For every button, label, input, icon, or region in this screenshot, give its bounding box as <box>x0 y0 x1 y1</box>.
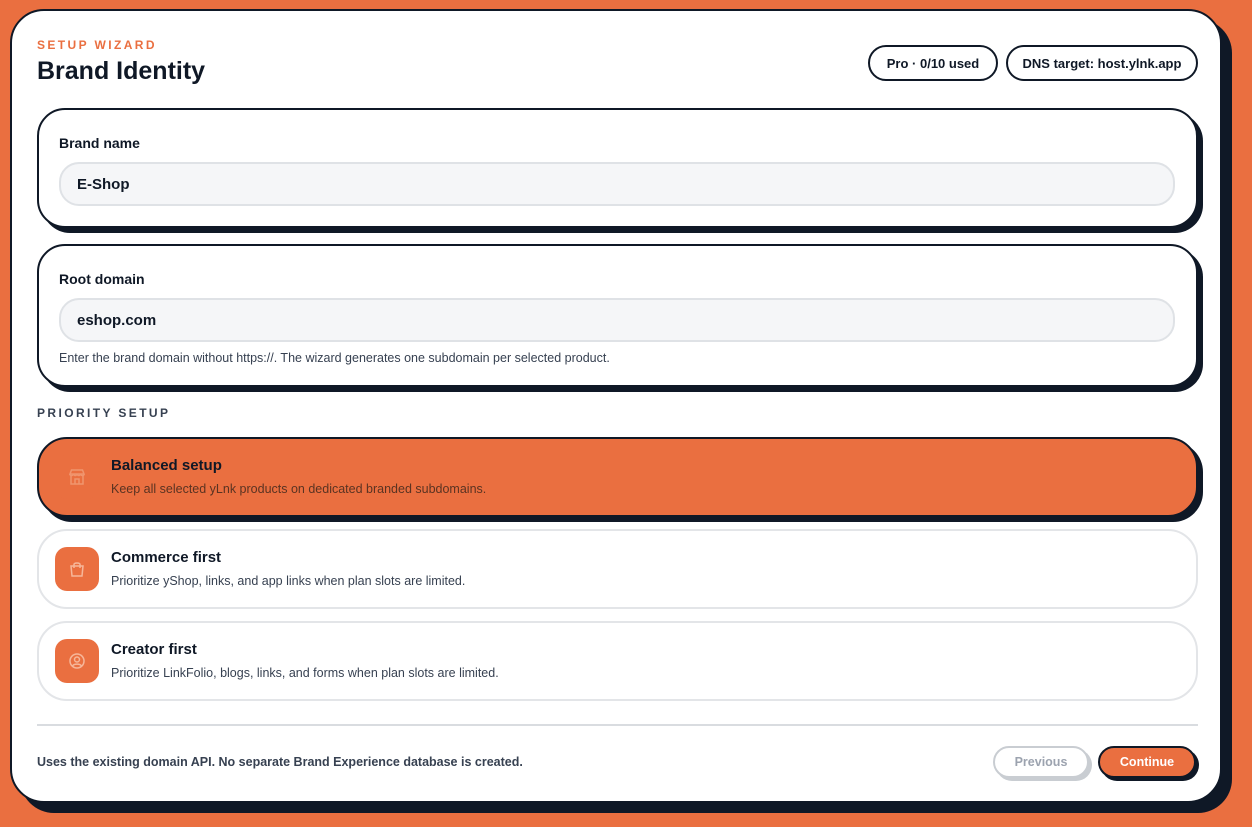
option-description: Prioritize yShop, links, and app links w… <box>111 574 466 588</box>
option-description: Keep all selected yLnk products on dedic… <box>111 482 487 496</box>
option-title: Creator first <box>111 641 197 658</box>
priority-option-creator[interactable]: Creator first Prioritize LinkFolio, blog… <box>37 621 1198 701</box>
user-circle-icon <box>55 639 99 683</box>
footer-divider <box>37 724 1198 726</box>
continue-button[interactable]: Continue <box>1098 746 1196 778</box>
wizard-panel: SETUP WIZARD Brand Identity Pro · 0/10 u… <box>10 9 1222 803</box>
wizard-eyebrow: SETUP WIZARD <box>37 38 157 52</box>
root-domain-label: Root domain <box>59 271 145 287</box>
plan-usage-badge: Pro · 0/10 used <box>868 45 998 81</box>
storefront-icon <box>55 455 99 499</box>
priority-option-balanced[interactable]: Balanced setup Keep all selected yLnk pr… <box>37 437 1198 517</box>
option-description: Prioritize LinkFolio, blogs, links, and … <box>111 666 499 680</box>
root-domain-input[interactable] <box>59 298 1175 342</box>
brand-name-card: Brand name <box>37 108 1198 228</box>
root-domain-help: Enter the brand domain without https://.… <box>59 351 610 365</box>
dns-target-badge: DNS target: host.ylnk.app <box>1006 45 1198 81</box>
priority-section-label: PRIORITY SETUP <box>37 406 171 420</box>
option-title: Commerce first <box>111 549 222 566</box>
brand-name-label: Brand name <box>59 135 140 151</box>
shopping-bag-icon <box>55 547 99 591</box>
footer-note: Uses the existing domain API. No separat… <box>37 755 523 769</box>
brand-name-input[interactable] <box>59 162 1175 206</box>
previous-button[interactable]: Previous <box>993 746 1089 778</box>
root-domain-card: Root domain Enter the brand domain witho… <box>37 244 1198 387</box>
option-title: Balanced setup <box>111 457 222 474</box>
priority-option-commerce[interactable]: Commerce first Prioritize yShop, links, … <box>37 529 1198 609</box>
page-title: Brand Identity <box>37 57 206 85</box>
